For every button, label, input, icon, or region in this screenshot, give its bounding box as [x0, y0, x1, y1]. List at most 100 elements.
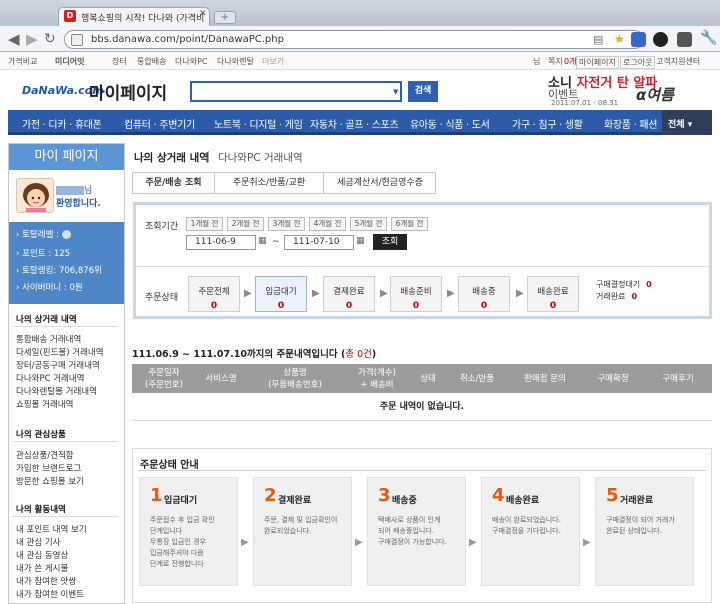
wrench-icon[interactable]: 🔧	[700, 30, 717, 46]
desc-line: 입금해주셔야 다음	[150, 549, 204, 557]
status-all[interactable]: 주문전체 0	[188, 276, 240, 312]
nav-all-button[interactable]: 전체 ▾	[662, 110, 712, 135]
sidebar-link[interactable]: 내 관심 기사	[16, 536, 61, 548]
period-button[interactable]: 2개월 전	[227, 217, 264, 231]
arrow-right-icon: ▶	[516, 288, 524, 299]
period-button[interactable]: 1개월 전	[186, 217, 223, 231]
sidebar-link[interactable]: 관심상품/견적함	[16, 449, 74, 461]
stat-point[interactable]: › 포인트 : 125	[16, 247, 70, 259]
bookmark-star-icon[interactable]: ★	[614, 32, 625, 46]
guide-step-desc: 주문, 결제 및 입금확인이 완료되었습니다.	[264, 515, 337, 537]
avatar	[16, 178, 54, 213]
period-button[interactable]: 4개월 전	[309, 217, 346, 231]
period-button[interactable]: 5개월 전	[350, 217, 387, 231]
tab-close-icon[interactable]: ✕	[199, 9, 207, 19]
ad-logo[interactable]: α여름	[636, 84, 674, 105]
sidebar-link[interactable]: 가입한 브랜드로그	[16, 462, 81, 474]
status-extra-item[interactable]: 구매결정대기 0	[596, 279, 652, 290]
sidebar-section-title[interactable]: 나의 관심상품	[16, 428, 66, 440]
calendar-icon[interactable]: ▦	[356, 236, 365, 246]
stat-level[interactable]: › 토탈레벨 :	[16, 228, 71, 240]
util-more[interactable]: 더보기	[262, 56, 284, 67]
sidebar-section-title[interactable]: 나의 상거래 내역	[16, 313, 77, 325]
util-link[interactable]: 가격비교	[8, 56, 37, 67]
guide-step-desc: 구매결정이 되어 거래가 완료된 상태입니다.	[606, 515, 675, 537]
sidebar-divider	[13, 516, 118, 517]
tab-cancel-return[interactable]: 주문취소/반품/교환	[215, 172, 324, 194]
tab-order-delivery[interactable]: 주문/배송 조회	[133, 172, 215, 194]
util-link[interactable]: 다나와렌탈	[217, 56, 254, 67]
sidebar-link[interactable]: 쇼핑몰 거래내역	[16, 398, 73, 410]
logout-button[interactable]: 로그아웃	[620, 56, 656, 69]
nav-item[interactable]: 노트북 · 디지털 · 게임	[214, 116, 303, 131]
sidebar-link[interactable]: 내 관심 동영상	[16, 549, 68, 561]
search-input[interactable]	[190, 81, 402, 102]
util-link[interactable]: 다나와PC	[175, 56, 208, 67]
nav-item[interactable]: 가전 · 디카 · 휴대폰	[22, 116, 102, 131]
search-button[interactable]: 검색	[408, 81, 438, 102]
sidebar-link[interactable]: 방문한 쇼핑몰 보기	[16, 475, 84, 487]
address-bar[interactable]: bbs.danawa.com/point/DanawaPC.php	[64, 30, 644, 49]
extension-icon[interactable]	[653, 32, 668, 47]
period-label: 조회기간	[145, 222, 179, 232]
back-icon[interactable]: ◀	[8, 30, 20, 48]
stat-rank[interactable]: › 토탈랭킹: 706,876위	[16, 264, 102, 276]
desc-line: 구매결정을 기다립니다.	[492, 527, 561, 535]
period-button[interactable]: 6개월 전	[391, 217, 428, 231]
guide-step-name: 거래완료	[620, 496, 654, 506]
sidebar-link[interactable]: 통합배송 거래내역	[16, 333, 81, 345]
status-preparing[interactable]: 배송준비 0	[390, 276, 442, 312]
sidebar-link[interactable]: 다세일(핀드몰) 거래내역	[16, 346, 104, 358]
sidebar-link[interactable]: 다나와PC 거래내역	[16, 372, 85, 384]
util-link[interactable]: 미디어잇	[55, 56, 84, 67]
page-action-icon[interactable]: ▤	[593, 33, 603, 46]
guide-step-name: 결제완료	[278, 496, 312, 506]
status-awaiting-deposit[interactable]: 입금대기 0	[255, 276, 307, 312]
sidebar-link[interactable]: 다나와렌탈몰 거래내역	[16, 385, 97, 397]
stat-rank-label: 토탈랭킹: 706,876위	[22, 266, 102, 276]
breadcrumb-section[interactable]: 나의 상거래 내역	[134, 150, 209, 165]
nav-item[interactable]: 화장품 · 패션	[604, 116, 657, 131]
sidebar-section-title[interactable]: 나의 활동내역	[16, 503, 66, 515]
guide-step-desc: 배송이 완료되었습니다. 구매결정을 기다립니다.	[492, 515, 561, 537]
table-header-cell: 상태	[420, 373, 436, 384]
sidebar-link[interactable]: 내가 참여한 앗쌍	[16, 575, 76, 587]
status-shipping[interactable]: 배송중 0	[458, 276, 510, 312]
period-button[interactable]: 3개월 전	[268, 217, 305, 231]
message-count: 0개	[564, 57, 577, 66]
calendar-icon[interactable]: ▦	[258, 236, 267, 246]
nav-item[interactable]: 가구 · 침구 · 생활	[512, 116, 583, 131]
sidebar-link[interactable]: 내 포인트 내역 보기	[16, 523, 87, 535]
message-link[interactable]: 쪽지	[548, 56, 563, 67]
nav-item[interactable]: 컴퓨터 · 주변기기	[124, 116, 195, 131]
support-link[interactable]: 고객지원센터	[656, 56, 700, 67]
date-to-input[interactable]: 111-07-10	[284, 235, 354, 250]
lookup-button[interactable]: 조회	[373, 234, 407, 250]
util-link[interactable]: 장터	[112, 56, 127, 67]
status-count: 0	[210, 301, 218, 311]
tab-tax-receipt[interactable]: 세금계산서/현금영수증	[324, 172, 436, 194]
guide-step-number: 5	[606, 485, 619, 506]
user-name: 님	[56, 183, 92, 196]
translate-extension-icon[interactable]	[631, 32, 646, 47]
sidebar-link[interactable]: 내가 참여한 이벤트	[16, 588, 84, 600]
util-link[interactable]: 통합배송	[137, 56, 166, 67]
status-name: 거래완료	[596, 292, 626, 301]
stat-cyber-money[interactable]: › 사이버머니 : 0원	[16, 281, 83, 293]
mypage-link[interactable]: 마이페이지	[576, 56, 619, 69]
status-paid[interactable]: 결제완료 0	[323, 276, 375, 312]
table-header-cell: 구매후기	[662, 373, 694, 384]
k-extension-icon[interactable]	[677, 32, 692, 47]
sidebar-link[interactable]: 장터/공동구매 거래내역	[16, 359, 100, 371]
reload-icon[interactable]: ↻	[44, 30, 56, 48]
nav-item[interactable]: 유아동 · 식품 · 도서	[410, 116, 490, 131]
status-extra-item[interactable]: 거래완료 0	[596, 291, 637, 302]
status-delivered[interactable]: 배송완료 0	[527, 276, 579, 312]
forward-icon[interactable]: ▶	[26, 30, 38, 48]
new-tab-button[interactable]: +	[214, 11, 236, 24]
date-from-input[interactable]: 111-06-9	[186, 235, 256, 250]
sidebar-link[interactable]: 내가 쓴 게시물	[16, 562, 68, 574]
search-dropdown-icon[interactable]: ▼	[393, 88, 398, 96]
browser-tab[interactable]: 행복쇼핑의 시작! 다나와 (가격비	[58, 7, 210, 26]
nav-item[interactable]: 자동차 · 골프 · 스포츠	[310, 116, 399, 131]
